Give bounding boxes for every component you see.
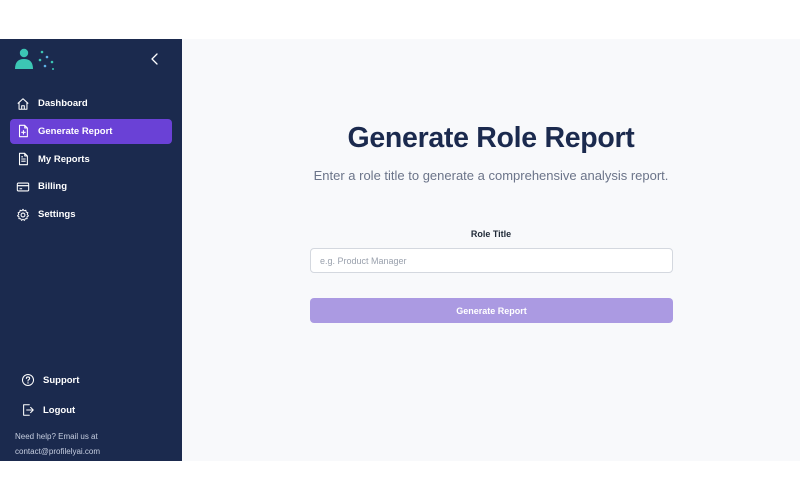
page-title: Generate Role Report bbox=[347, 122, 635, 154]
role-title-input[interactable] bbox=[310, 248, 673, 273]
sidebar-item-dashboard[interactable]: Dashboard bbox=[10, 91, 172, 116]
sidebar-item-label: Billing bbox=[38, 181, 68, 193]
sidebar-item-label: My Reports bbox=[38, 153, 90, 165]
role-title-label: Role Title bbox=[470, 229, 512, 239]
sidebar: Dashboard Generate Report My Reports Bil… bbox=[0, 39, 182, 461]
sidebar-item-label: Settings bbox=[38, 209, 76, 221]
sidebar-item-label: Dashboard bbox=[38, 98, 88, 109]
sidebar-nav: Dashboard Generate Report My Reports Bil… bbox=[10, 91, 172, 230]
logout-button[interactable]: Logout bbox=[21, 401, 75, 419]
help-circle-icon bbox=[21, 373, 35, 387]
contact-email-link[interactable]: contact@profilelyai.com bbox=[15, 444, 175, 459]
support-label: Support bbox=[43, 374, 80, 386]
sidebar-item-my-reports[interactable]: My Reports bbox=[10, 147, 172, 172]
generate-report-button[interactable]: Generate Report bbox=[310, 298, 673, 323]
file-text-icon bbox=[18, 152, 28, 166]
credit-card-icon bbox=[16, 182, 30, 192]
logout-icon bbox=[23, 404, 34, 416]
sidebar-item-generate-report[interactable]: Generate Report bbox=[10, 118, 172, 144]
gear-icon bbox=[17, 208, 29, 221]
help-text-line: Need help? Email us at bbox=[15, 432, 98, 441]
chevron-left-icon[interactable] bbox=[148, 51, 162, 67]
main-content: Generate Role Report Enter a role title … bbox=[182, 39, 800, 461]
page-subtitle: Enter a role title to generate a compreh… bbox=[313, 168, 669, 183]
sidebar-item-billing[interactable]: Billing bbox=[10, 174, 172, 199]
app-window: Dashboard Generate Report My Reports Bil… bbox=[0, 39, 800, 461]
help-text: Need help? Email us at contact@profilely… bbox=[15, 429, 175, 459]
sidebar-item-settings[interactable]: Settings bbox=[10, 202, 172, 227]
home-icon bbox=[17, 97, 29, 110]
logout-label: Logout bbox=[43, 404, 76, 416]
support-button[interactable]: Support bbox=[21, 371, 79, 389]
logo-icon bbox=[15, 48, 54, 70]
sidebar-item-label: Generate Report bbox=[38, 125, 113, 137]
file-plus-icon bbox=[18, 125, 28, 138]
